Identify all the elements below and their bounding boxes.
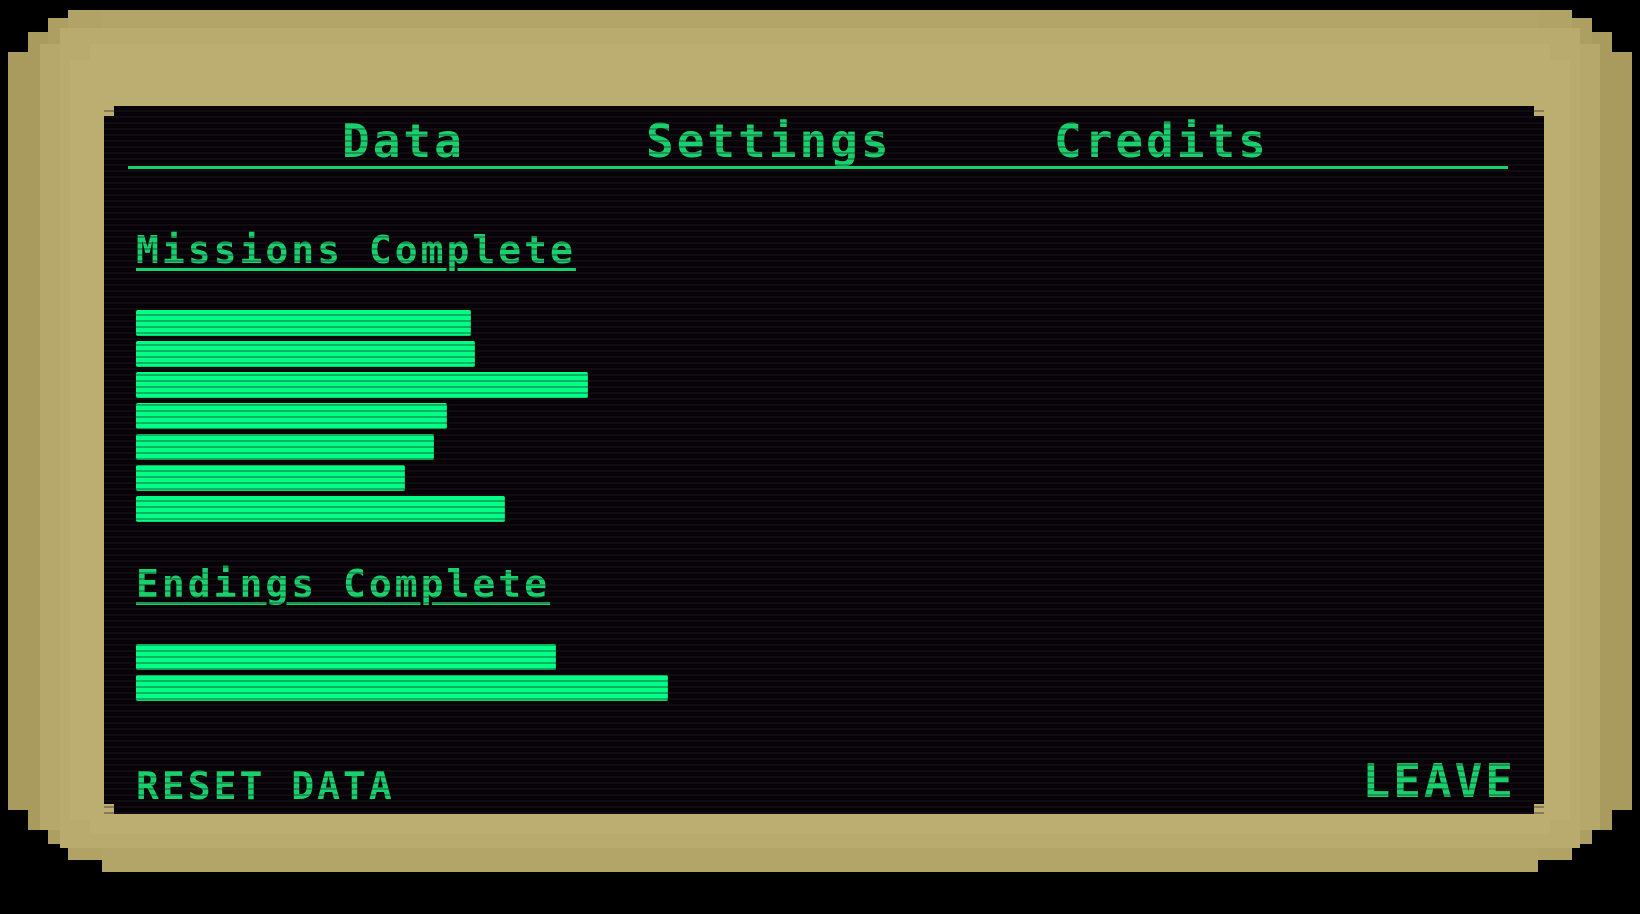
missions-progress-bars	[136, 310, 936, 527]
mission-progress-bar	[136, 310, 471, 336]
tab-settings[interactable]: Settings	[646, 116, 892, 166]
mission-progress-bar	[136, 465, 405, 491]
mission-progress-bar	[136, 403, 447, 429]
mission-progress-bar	[136, 496, 505, 522]
ending-progress-bar	[136, 644, 556, 670]
mission-progress-bar	[136, 434, 434, 460]
tab-data[interactable]: Data	[342, 116, 465, 166]
mission-progress-bar	[136, 341, 475, 367]
screen-corner	[1534, 804, 1544, 814]
screen-corner	[1534, 106, 1544, 116]
screen-corner	[104, 804, 114, 814]
endings-complete-heading: Endings Complete	[136, 562, 551, 606]
crt-screen: Data Settings Credits Missions Complete …	[104, 106, 1544, 814]
endings-progress-bars	[136, 644, 936, 706]
ending-progress-bar	[136, 675, 668, 701]
tab-bar: Data Settings Credits	[128, 114, 1508, 169]
tab-credits[interactable]: Credits	[1054, 116, 1269, 166]
screen-corner	[104, 106, 114, 116]
leave-button[interactable]: LEAVE	[1363, 756, 1516, 806]
monitor-frame: Data Settings Credits Missions Complete …	[0, 0, 1640, 914]
reset-data-button[interactable]: RESET DATA	[136, 764, 395, 808]
mission-progress-bar	[136, 372, 588, 398]
missions-complete-heading: Missions Complete	[136, 228, 576, 272]
